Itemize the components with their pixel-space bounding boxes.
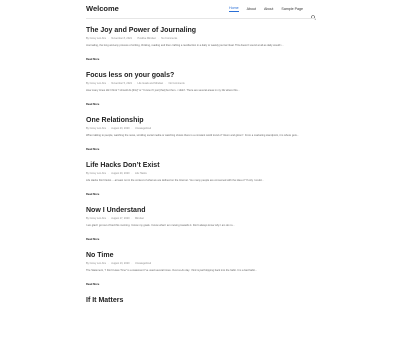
post-item: Now I Understand By Corey Lon-Kra · Augus… [86, 204, 316, 249]
post-meta: By Corey Lon-Kra · August 17, 2020 · Minds… [86, 217, 144, 220]
post-author[interactable]: By Corey Lon-Kra [86, 172, 106, 175]
post-date[interactable]: August 13, 2020 [111, 262, 129, 265]
post-meta: By Corey Lon-Kra · November 8, 2021 · Posi… [86, 37, 178, 40]
post-excerpt: I am glad I got out of bed this morning.… [86, 224, 235, 227]
post-meta: By Corey Lon-Kra · November 5, 2021 · Life… [86, 82, 185, 85]
post-category[interactable]: Mindset [135, 217, 144, 220]
post-excerpt: How many times did I think "I should do … [86, 89, 240, 92]
post-category[interactable]: Life Hacks [135, 172, 147, 175]
nav-about[interactable]: About [247, 7, 256, 12]
read-more-link[interactable]: Read More [86, 193, 99, 196]
post-category[interactable]: Positive Mindset [138, 37, 156, 40]
post-category[interactable]: Uncategorized [135, 127, 151, 130]
header-divider [86, 17, 316, 18]
post-meta: By Corey Lon-Kra · August 20, 2020 · Life … [86, 172, 147, 175]
post-excerpt: Journaling, the long and-any process of … [86, 44, 284, 47]
post-author[interactable]: By Corey Lon-Kra [86, 262, 106, 265]
post-author[interactable]: By Corey Lon-Kra [86, 82, 106, 85]
post-item: If It Matters [86, 294, 316, 339]
post-date[interactable]: November 5, 2021 [111, 82, 132, 85]
read-more-link[interactable]: Read More [86, 238, 99, 241]
nav-home[interactable]: Home [229, 6, 239, 12]
post-meta: By Corey Lon-Kra · August 23, 2020 · Uncat… [86, 127, 152, 130]
post-title[interactable]: No Time [86, 249, 316, 260]
post-author[interactable]: By Corey Lon-Kra [86, 217, 106, 220]
post-meta: By Corey Lon-Kra · August 13, 2020 · Uncat… [86, 262, 152, 265]
post-title[interactable]: The Joy and Power of Journaling [86, 24, 316, 35]
post-category[interactable]: Uncategorized [135, 262, 151, 265]
post-item: Life Hacks Don’t Exist By Corey Lon-Kra ·… [86, 159, 316, 204]
post-author[interactable]: By Corey Lon-Kra [86, 37, 106, 40]
post-title[interactable]: Focus less on your goals? [86, 69, 316, 80]
post-comments[interactable]: No Comments [169, 82, 185, 85]
post-comments[interactable]: No Comments [161, 37, 177, 40]
post-list: The Joy and Power of Journaling By Corey… [86, 24, 316, 339]
post-title[interactable]: Now I Understand [86, 204, 316, 215]
post-date[interactable]: August 20, 2020 [111, 172, 129, 175]
main-nav: Home About About Sample Page [229, 6, 316, 20]
post-date[interactable]: November 8, 2021 [111, 37, 132, 40]
post-item: The Joy and Power of Journaling By Corey… [86, 24, 316, 69]
post-date[interactable]: August 17, 2020 [111, 217, 129, 220]
post-excerpt: Life Hacks Don't Exist.....at least not … [86, 179, 264, 182]
post-item: Focus less on your goals? By Corey Lon-K… [86, 69, 316, 114]
post-title[interactable]: One Relationship [86, 114, 316, 125]
read-more-link[interactable]: Read More [86, 58, 99, 61]
post-excerpt: The Statement, "I Don't Have Time" is a … [86, 269, 258, 272]
read-more-link[interactable]: Read More [86, 103, 99, 106]
site-header: Welcome Home About About Sample Page [0, 0, 400, 20]
post-excerpt: When talking to people, watching the new… [86, 134, 299, 137]
search-icon[interactable] [311, 7, 316, 20]
read-more-link[interactable]: Read More [86, 148, 99, 151]
nav-sample-page[interactable]: Sample Page [281, 7, 303, 12]
post-category[interactable]: Life Goals and Mindset [138, 82, 164, 85]
post-title[interactable]: Life Hacks Don’t Exist [86, 159, 316, 170]
post-item: One Relationship By Corey Lon-Kra · Augus… [86, 114, 316, 159]
post-item: No Time By Corey Lon-Kra · August 13, 202… [86, 249, 316, 294]
post-date[interactable]: August 23, 2020 [111, 127, 129, 130]
read-more-link[interactable]: Read More [86, 283, 99, 286]
post-author[interactable]: By Corey Lon-Kra [86, 127, 106, 130]
nav-about-2[interactable]: About [264, 7, 273, 12]
site-title[interactable]: Welcome [86, 4, 119, 13]
